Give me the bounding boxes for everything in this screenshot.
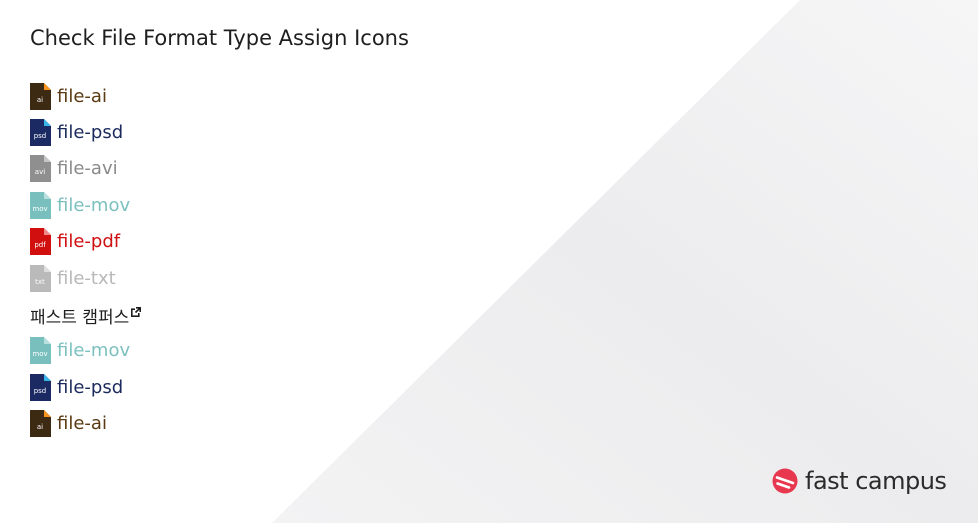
file-name-label: file-psd	[57, 376, 124, 398]
file-link-ai[interactable]: ai file-ai	[30, 410, 107, 438]
file-link-mov[interactable]: mov file-mov	[30, 191, 131, 219]
file-link-pdf[interactable]: pdf file-pdf	[30, 228, 121, 256]
file-row: ai file-ai	[30, 406, 141, 442]
file-name-label: file-mov	[57, 194, 131, 216]
file-row: avi file-avi	[30, 151, 141, 187]
fastcampus-logo-icon	[772, 468, 798, 494]
file-extension-label: mov	[32, 204, 48, 213]
file-extension-label: txt	[35, 277, 45, 286]
file-link-avi[interactable]: avi file-avi	[30, 155, 118, 183]
file-row: mov file-mov	[30, 187, 141, 223]
psd-file-icon: psd	[30, 119, 51, 147]
txt-file-icon: txt	[30, 264, 51, 292]
ai-file-icon: ai	[30, 82, 51, 110]
file-extension-label: ai	[36, 423, 44, 432]
brand-name: fast campus	[805, 467, 947, 495]
avi-file-icon: avi	[30, 155, 51, 183]
file-link-ai[interactable]: ai file-ai	[30, 82, 107, 110]
file-link-psd[interactable]: psd file-psd	[30, 119, 124, 147]
file-name-label: file-mov	[57, 340, 131, 362]
file-link-txt[interactable]: txt file-txt	[30, 264, 116, 292]
file-name-label: file-ai	[57, 85, 107, 107]
file-row: psd file-psd	[30, 114, 141, 150]
file-extension-label: psd	[33, 132, 47, 141]
file-extension-label: pdf	[34, 241, 46, 250]
file-extension-label: psd	[33, 386, 47, 395]
file-extension-label: ai	[36, 95, 44, 104]
file-link-psd[interactable]: psd file-psd	[30, 373, 124, 401]
file-link-mov[interactable]: mov file-mov	[30, 337, 131, 365]
file-list: ai file-ai psd file-psd avi file-avi mov file-m…	[30, 78, 142, 442]
file-extension-label: mov	[32, 350, 48, 359]
file-extension-label: avi	[34, 168, 46, 177]
external-link-icon	[131, 302, 142, 322]
file-row: psd file-psd	[30, 369, 141, 405]
korean-link-row: 패스트 캠퍼스	[30, 296, 142, 332]
file-name-label: file-txt	[57, 267, 116, 289]
file-row: pdf file-pdf	[30, 224, 141, 260]
file-row: txt file-txt	[30, 260, 141, 296]
file-name-label: file-avi	[57, 158, 118, 180]
mov-file-icon: mov	[30, 191, 51, 219]
file-row: ai file-ai	[30, 78, 141, 114]
page-title: Check File Format Type Assign Icons	[30, 26, 409, 50]
fastcampus-logo: fast campus	[772, 467, 947, 495]
background-diagonal-panel	[272, 0, 978, 523]
korean-link-label: 패스트 캠퍼스	[30, 307, 130, 328]
fastcampus-korean-link[interactable]: 패스트 캠퍼스	[30, 302, 142, 328]
file-name-label: file-pdf	[57, 231, 121, 253]
mov-file-icon: mov	[30, 337, 51, 365]
file-name-label: file-ai	[57, 413, 107, 435]
psd-file-icon: psd	[30, 373, 51, 401]
file-row: mov file-mov	[30, 333, 141, 369]
file-name-label: file-psd	[57, 122, 124, 144]
pdf-file-icon: pdf	[30, 228, 51, 256]
ai-file-icon: ai	[30, 410, 51, 438]
